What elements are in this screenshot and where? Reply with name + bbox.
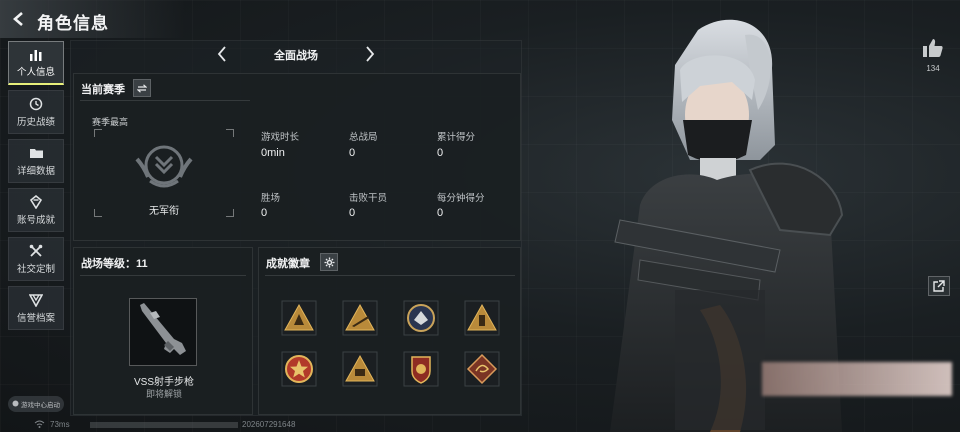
level-header: 战场等级：11 (81, 258, 148, 270)
gear-icon (324, 257, 334, 267)
season-best-label: 赛季最高 (92, 117, 129, 127)
game-center-label: 游戏中心启动 (21, 402, 60, 409)
round-star-medal-badge-icon (281, 351, 317, 387)
triangle-soldier-badge-icon (281, 300, 317, 336)
blurred-info (90, 422, 238, 428)
status-bar: 73ms 202607291648 (0, 418, 380, 432)
page-title: 角色信息 (37, 14, 109, 33)
title-bar: 角色信息 (0, 0, 185, 38)
blurred-banner (762, 362, 952, 396)
wifi-icon (34, 420, 45, 430)
stat-label: 击败干员 (349, 193, 388, 204)
nav-label: 详细数据 (16, 165, 55, 177)
mode-prev-button[interactable] (212, 43, 232, 65)
divider (80, 275, 246, 276)
badges-header: 成就徽章 (266, 258, 310, 270)
stat-label: 总战局 (349, 132, 378, 143)
frame-corner (94, 129, 102, 137)
triangle-cannon-badge-icon (342, 300, 378, 336)
nav-label: 社交定制 (16, 263, 55, 275)
round-eagle-badge-icon (403, 300, 439, 336)
like-count: 134 (926, 64, 940, 73)
stat-label: 每分钟得分 (437, 193, 485, 204)
chevron-right-icon (366, 46, 375, 62)
season-panel: 当前赛季 赛季最高 无军衔 游戏时长 0min 总战局 0 累计得分 0 胜场 … (73, 73, 521, 241)
bar-chart-icon (28, 47, 44, 61)
weapon-preview[interactable] (129, 298, 197, 366)
ping-value: 73ms (50, 420, 70, 429)
mode-label: 全面战场 (274, 50, 318, 62)
weapon-unlock-status: 即将解锁 (145, 389, 182, 399)
stat-value: 0 (261, 207, 268, 219)
history-clock-icon (28, 97, 44, 111)
side-nav: 个人信息 历史战绩 详细数据 账号成就 社交定制 信誉档案 (8, 41, 64, 335)
stat-label: 游戏时长 (261, 132, 300, 143)
badges-settings-button[interactable] (320, 253, 338, 271)
rank-emblem-icon (135, 145, 193, 188)
shield-emblem-badge-icon (403, 351, 439, 387)
stat-label: 累计得分 (437, 132, 476, 143)
achievement-icon (28, 194, 44, 209)
badge-1[interactable] (280, 299, 318, 337)
divider (265, 275, 515, 276)
badge-8[interactable] (463, 350, 501, 388)
mode-next-button[interactable] (360, 43, 380, 65)
season-header: 当前赛季 (81, 84, 125, 96)
nav-label: 信誉档案 (16, 312, 55, 324)
stat-value: 0 (437, 147, 444, 159)
triangle-tower-badge-icon (464, 300, 500, 336)
frame-corner (226, 129, 234, 137)
triangle-vehicle-badge-icon (342, 351, 378, 387)
rank-name: 无军衔 (149, 206, 179, 217)
player-uid: 202607291648 (242, 420, 296, 429)
nav-item-personal-info[interactable]: 个人信息 (8, 41, 64, 85)
season-switch-button[interactable] (133, 79, 151, 97)
chevron-left-icon (217, 46, 226, 62)
nav-item-achievements[interactable]: 账号成就 (8, 188, 64, 232)
stat-value: 0min (261, 147, 285, 159)
stat-value: 0 (349, 207, 356, 219)
tools-icon (28, 244, 44, 258)
nav-item-history[interactable]: 历史战绩 (8, 90, 64, 134)
folder-icon (28, 146, 44, 160)
divider (80, 100, 250, 101)
stat-value: 0 (349, 147, 356, 159)
game-center-icon (12, 400, 19, 409)
nav-item-detail-data[interactable]: 详细数据 (8, 139, 64, 183)
swap-arrows-icon (137, 83, 147, 93)
share-button[interactable] (928, 276, 950, 296)
nav-label: 历史战绩 (16, 116, 55, 128)
nav-label: 个人信息 (16, 67, 55, 78)
badge-2[interactable] (341, 299, 379, 337)
battlefield-level-panel: 战场等级：11 VSS射手步枪 即将解锁 (73, 247, 253, 415)
badge-4[interactable] (463, 299, 501, 337)
thumbs-up-icon (923, 39, 943, 57)
badge-7[interactable] (402, 350, 440, 388)
nav-item-credit[interactable]: 信誉档案 (8, 286, 64, 330)
shield-credit-icon (28, 293, 44, 307)
weapon-name: VSS射手步枪 (133, 377, 194, 388)
share-icon (933, 280, 945, 292)
stat-value: 0 (437, 207, 444, 219)
badge-3[interactable] (402, 299, 440, 337)
game-center-button[interactable]: 游戏中心启动 (8, 396, 64, 412)
diamond-dragon-badge-icon (464, 351, 500, 387)
rifle-icon (140, 303, 186, 355)
nav-item-social[interactable]: 社交定制 (8, 237, 64, 281)
achievement-badges-panel: 成就徽章 (258, 247, 521, 415)
like-button[interactable] (922, 38, 946, 60)
mode-selector: 全面战场 (70, 40, 522, 68)
back-arrow-icon (13, 12, 23, 26)
nav-label: 账号成就 (16, 214, 55, 226)
back-button[interactable] (8, 8, 30, 30)
badge-5[interactable] (280, 350, 318, 388)
badge-6[interactable] (341, 350, 379, 388)
stat-label: 胜场 (261, 193, 281, 204)
